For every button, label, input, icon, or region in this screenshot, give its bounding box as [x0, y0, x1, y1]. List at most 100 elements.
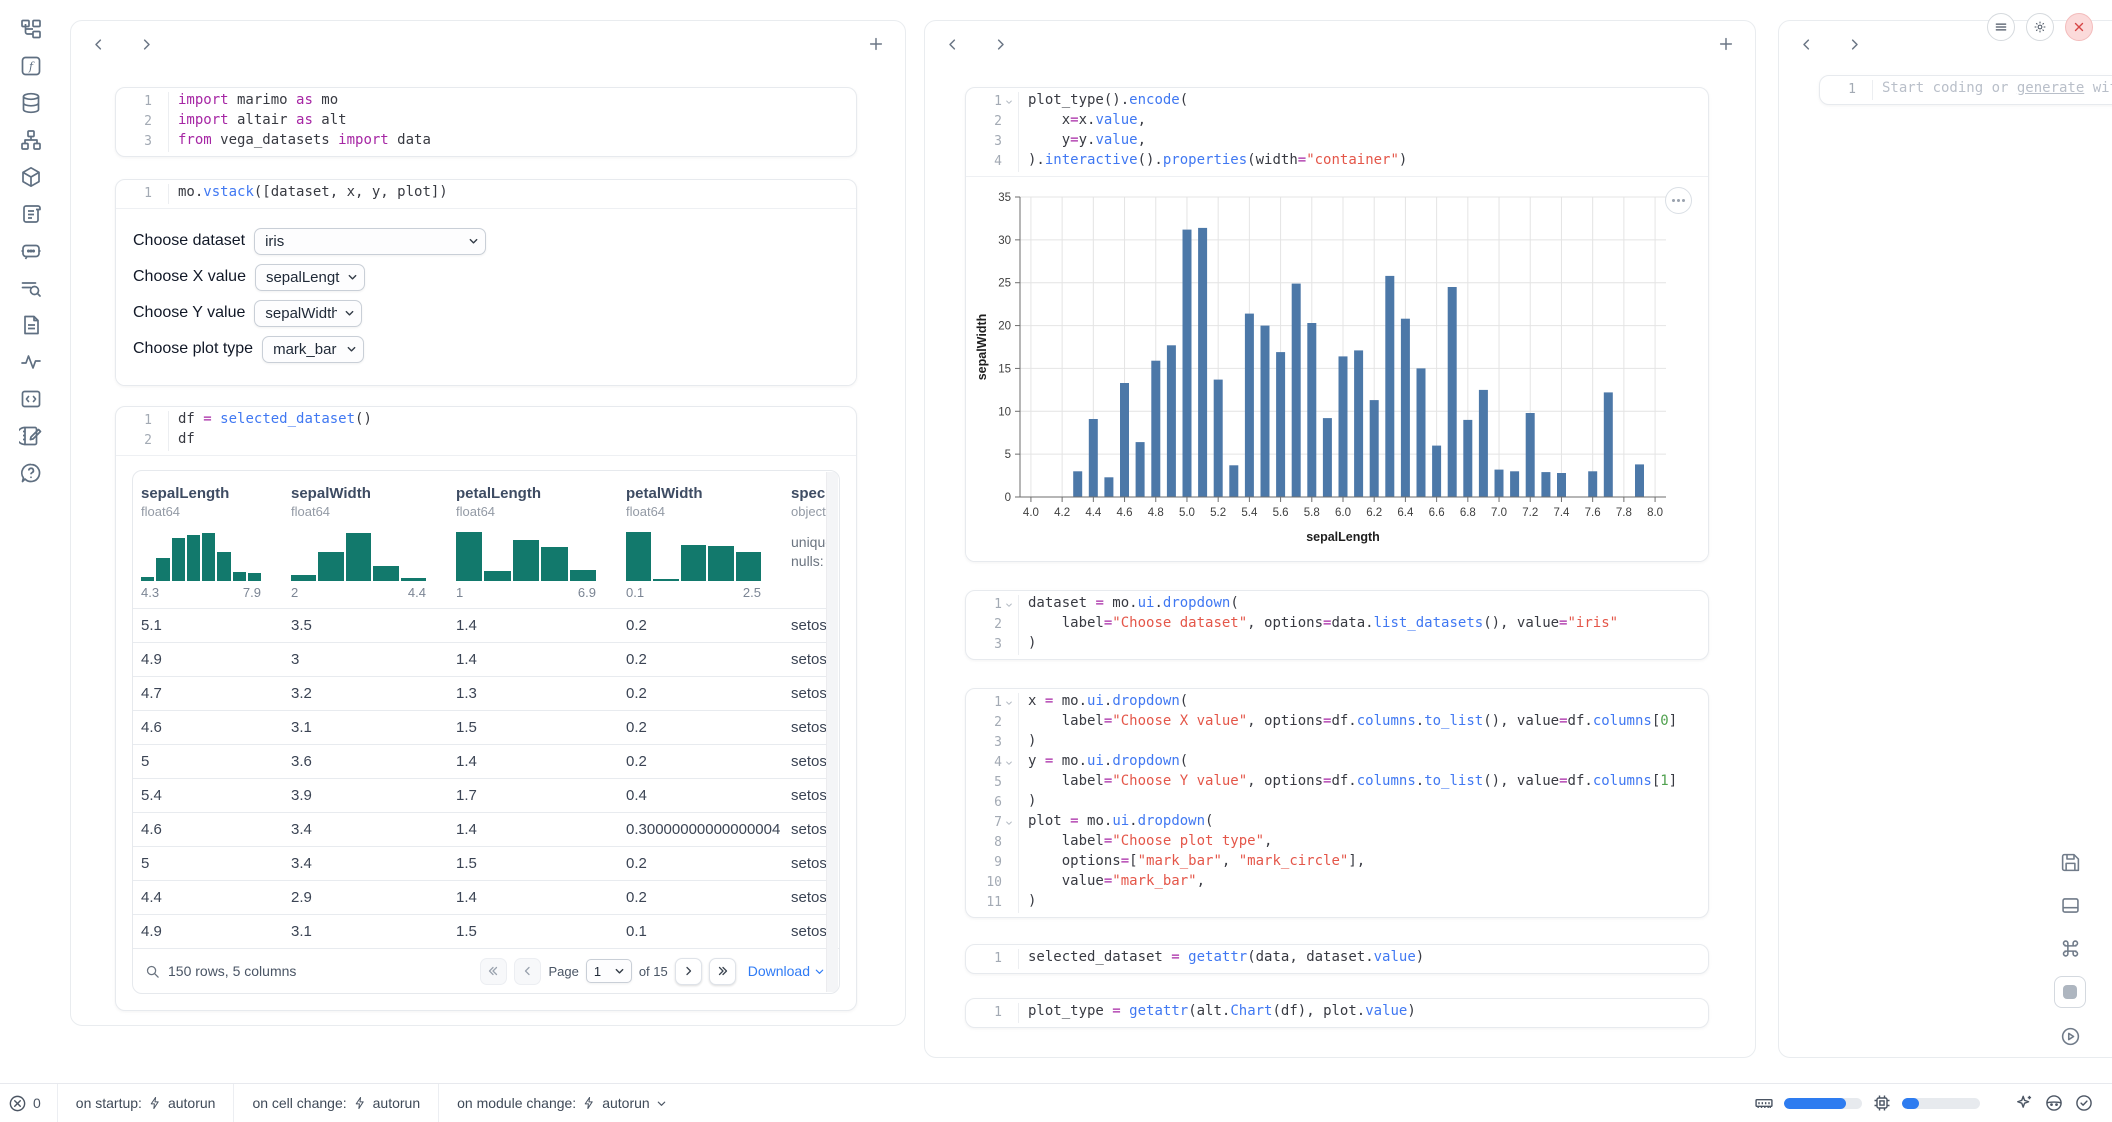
code-line[interactable]: 2 label="Choose X value", options=df.col… — [966, 713, 1708, 733]
packages-icon[interactable] — [18, 164, 44, 190]
cell-selected-dataset[interactable]: 1selected_dataset = getattr(data, datase… — [965, 944, 1709, 974]
code-line[interactable]: 4).interactive().properties(width="conta… — [966, 152, 1708, 172]
column-header-sepalLength[interactable]: sepalLengthfloat644.37.9 — [133, 485, 283, 600]
code-line[interactable]: 8 label="Choose plot type", — [966, 833, 1708, 853]
runtime-config-on-startup[interactable]: on startup:autorun — [58, 1095, 234, 1111]
code-editor-placeholder[interactable]: 1Start coding or generate with — [1820, 76, 2112, 104]
documentation-icon[interactable] — [18, 312, 44, 338]
table-row[interactable]: 4.63.11.50.2setosa — [133, 710, 830, 744]
choose-plot-type-select[interactable]: mark_bar — [262, 336, 364, 363]
code-line[interactable]: 2 label="Choose dataset", options=data.l… — [966, 615, 1708, 635]
cell-imports[interactable]: 1import marimo as mo2import altair as al… — [115, 87, 857, 157]
code-line[interactable]: 1plot_type().encode( — [966, 92, 1708, 112]
cell-new-empty[interactable]: 1Start coding or generate with — [1819, 75, 2112, 105]
code-editor[interactable]: 1plot_type = getattr(alt.Chart(df), plot… — [966, 999, 1708, 1027]
snippets-icon[interactable] — [18, 386, 44, 412]
column-prev-button[interactable] — [85, 31, 111, 57]
column-header-petalLength[interactable]: petalLengthfloat6416.9 — [448, 485, 618, 600]
scratchpad-icon[interactable] — [18, 423, 44, 449]
cell-plot-type[interactable]: 1plot_type = getattr(alt.Chart(df), plot… — [965, 998, 1709, 1028]
tracing-icon[interactable] — [18, 349, 44, 375]
column-next-button[interactable] — [133, 31, 159, 57]
settings-gear-button[interactable] — [2026, 13, 2054, 41]
file-explorer-icon[interactable] — [18, 16, 44, 42]
dependencies-icon[interactable] — [18, 127, 44, 153]
logs-icon[interactable] — [18, 201, 44, 227]
code-line[interactable]: 1plot_type = getattr(alt.Chart(df), plot… — [966, 1003, 1708, 1023]
next-page-button[interactable] — [675, 958, 702, 985]
column-next-button[interactable] — [1841, 31, 1867, 57]
run-all-button[interactable] — [2055, 1021, 2085, 1051]
runtime-config-on-cell-change[interactable]: on cell change:autorun — [234, 1095, 438, 1111]
table-row[interactable]: 4.73.21.30.2setosa — [133, 676, 830, 710]
table-row[interactable]: 4.93.11.50.1setosa — [133, 914, 830, 948]
column-next-button[interactable] — [987, 31, 1013, 57]
table-row[interactable]: 5.43.91.70.4setosa — [133, 778, 830, 812]
column-header-species[interactable]: speciesobjectunique:nulls: — [783, 485, 830, 600]
code-line[interactable]: 9 options=["mark_bar", "mark_circle"], — [966, 853, 1708, 873]
code-line[interactable]: 4y = mo.ui.dropdown( — [966, 753, 1708, 773]
menu-button[interactable] — [1987, 13, 2015, 41]
cell-xy-plot-dropdowns[interactable]: 1x = mo.ui.dropdown(2 label="Choose X va… — [965, 688, 1709, 918]
page-select[interactable]: 1 — [586, 959, 632, 983]
code-line[interactable]: 1mo.vstack([dataset, x, y, plot]) — [116, 184, 856, 204]
shutdown-close-button[interactable] — [2065, 13, 2093, 41]
ai-sparkle-icon[interactable] — [2014, 1093, 2034, 1113]
code-editor[interactable]: 1df = selected_dataset()2df — [116, 407, 856, 455]
table-row[interactable]: 4.931.40.2setosa — [133, 642, 830, 676]
table-row[interactable]: 53.61.40.2setosa — [133, 744, 830, 778]
code-line[interactable]: 2import altair as alt — [116, 112, 856, 132]
choose-x-value-select[interactable]: sepalLength — [255, 264, 365, 291]
code-editor[interactable]: 1import marimo as mo2import altair as al… — [116, 88, 856, 156]
column-header-petalWidth[interactable]: petalWidthfloat640.12.5 — [618, 485, 783, 600]
fold-chevron-icon[interactable] — [1002, 753, 1016, 773]
table-scrollbar[interactable] — [826, 472, 838, 992]
table-row[interactable]: 53.41.50.2setosa — [133, 846, 830, 880]
table-row[interactable]: 5.13.51.40.2setosa — [133, 608, 830, 642]
code-line[interactable]: 6) — [966, 793, 1708, 813]
first-page-button[interactable] — [480, 958, 507, 985]
search-icon[interactable] — [145, 964, 160, 979]
chart-menu-button[interactable] — [1665, 187, 1692, 214]
choose-y-value-select[interactable]: sepalWidth — [254, 300, 362, 327]
code-line[interactable]: 11) — [966, 893, 1708, 913]
code-line[interactable]: 1Start coding or generate with — [1820, 80, 2112, 100]
download-button[interactable]: Download — [748, 963, 825, 979]
fold-chevron-icon[interactable] — [1002, 693, 1016, 713]
code-line[interactable]: 10 value="mark_bar", — [966, 873, 1708, 893]
last-page-button[interactable] — [709, 958, 736, 985]
runtime-config-on-module-change[interactable]: on module change:autorun — [439, 1095, 685, 1111]
code-line[interactable]: 1dataset = mo.ui.dropdown( — [966, 595, 1708, 615]
functions-icon[interactable]: f — [18, 53, 44, 79]
chat-icon[interactable] — [18, 238, 44, 264]
fold-chevron-icon[interactable] — [1002, 92, 1016, 112]
cell-dataframe[interactable]: 1df = selected_dataset()2df sepalLengthf… — [115, 406, 857, 1011]
copilot-icon[interactable] — [2044, 1093, 2064, 1113]
code-line[interactable]: 1x = mo.ui.dropdown( — [966, 693, 1708, 713]
code-line[interactable]: 5 label="Choose Y value", options=df.col… — [966, 773, 1708, 793]
code-line[interactable]: 3from vega_datasets import data — [116, 132, 856, 152]
code-editor[interactable]: 1x = mo.ui.dropdown(2 label="Choose X va… — [966, 689, 1708, 917]
code-editor[interactable]: 1selected_dataset = getattr(data, datase… — [966, 945, 1708, 973]
code-line[interactable]: 2 x=x.value, — [966, 112, 1708, 132]
cell-dataset-dropdown[interactable]: 1dataset = mo.ui.dropdown(2 label="Choos… — [965, 590, 1709, 660]
cell-vstack[interactable]: 1mo.vstack([dataset, x, y, plot]) Choose… — [115, 179, 857, 386]
fold-chevron-icon[interactable] — [1002, 813, 1016, 833]
table-row[interactable]: 4.63.41.40.30000000000000004setosa — [133, 812, 830, 846]
cell-chart[interactable]: 1plot_type().encode(2 x=x.value,3 y=y.va… — [965, 87, 1709, 562]
code-line[interactable]: 1selected_dataset = getattr(data, datase… — [966, 949, 1708, 969]
column-prev-button[interactable] — [1793, 31, 1819, 57]
code-line[interactable]: 1df = selected_dataset() — [116, 411, 856, 431]
prev-page-button[interactable] — [514, 958, 541, 985]
code-line[interactable]: 7plot = mo.ui.dropdown( — [966, 813, 1708, 833]
code-line[interactable]: 3) — [966, 733, 1708, 753]
layout-panel-button[interactable] — [2055, 890, 2085, 920]
keyboard-shortcuts-button[interactable] — [2055, 933, 2085, 963]
table-row[interactable]: 4.42.91.40.2setosa — [133, 880, 830, 914]
code-editor[interactable]: 1plot_type().encode(2 x=x.value,3 y=y.va… — [966, 88, 1708, 176]
code-editor[interactable]: 1dataset = mo.ui.dropdown(2 label="Choos… — [966, 591, 1708, 659]
code-line[interactable]: 1import marimo as mo — [116, 92, 856, 112]
add-cell-button[interactable] — [1713, 31, 1739, 57]
column-header-sepalWidth[interactable]: sepalWidthfloat6424.4 — [283, 485, 448, 600]
code-line[interactable]: 3) — [966, 635, 1708, 655]
